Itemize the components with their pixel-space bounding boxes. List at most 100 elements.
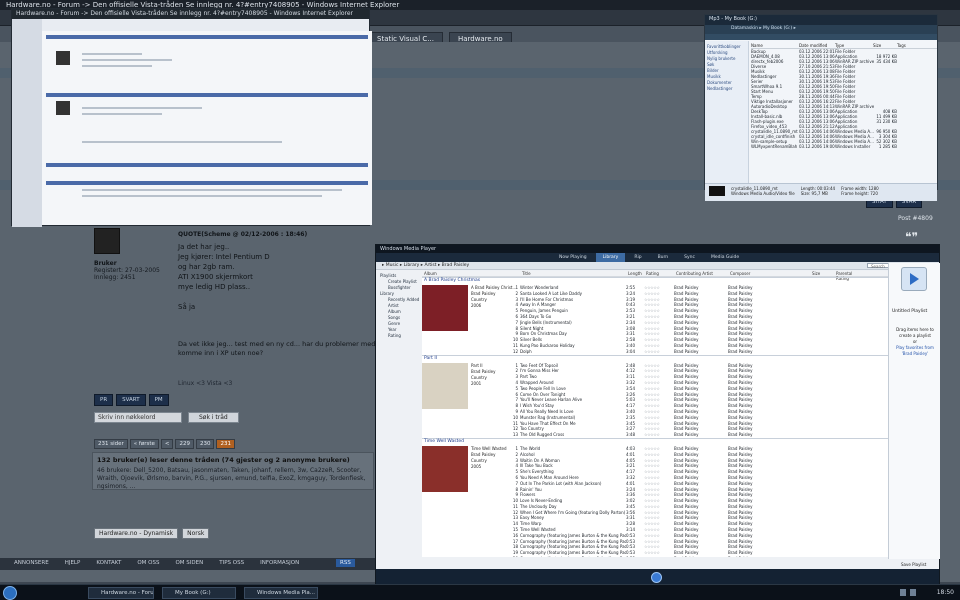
quote-marks-icon: ❝❞ (905, 230, 918, 244)
language-select[interactable]: Norsk (182, 528, 210, 539)
thumb-header-bar (46, 35, 368, 39)
footer-link[interactable]: OM SIDEN (167, 558, 211, 570)
thumbnail-sidebar (12, 19, 42, 227)
wmp-tab[interactable]: Burn (651, 253, 676, 262)
library-column-header[interactable]: Length (626, 271, 644, 276)
explorer-details-pane: crystalidle_11.0890_mt Windows Media Aud… (705, 183, 937, 201)
media-player-title: Windows Media Player (376, 245, 939, 253)
quote-line: Så ja (178, 303, 196, 311)
playlist-title[interactable]: Untitled Playlist (892, 309, 927, 314)
play-list-icon[interactable] (901, 267, 927, 291)
media-player-window[interactable]: Windows Media Player Now Playing Library R… (375, 244, 940, 586)
thumb-text-line (82, 141, 282, 143)
taskbar-item-media-player[interactable]: Windows Media Pla... (244, 587, 318, 599)
library-column-header[interactable]: Size (810, 271, 834, 276)
playback-controls (376, 569, 939, 585)
explorer-toolbar (705, 34, 937, 40)
post-number[interactable]: Post #4809 (898, 215, 933, 222)
track-title: Cornography (featuring James Burton & th… (520, 556, 626, 557)
explorer-nav-item[interactable]: Nedlastinger (707, 86, 746, 92)
wmp-tab[interactable]: Media Guide (704, 253, 746, 262)
post-count: Innlegg: 2451 (94, 274, 136, 281)
explorer-address-bar[interactable]: Datamaskin ▸ My Book (G:) ▸ (705, 25, 937, 34)
network-icon[interactable] (900, 589, 906, 596)
album-meta-line: 2001 (471, 380, 482, 386)
search-thread-button[interactable]: Søk i tråd (188, 412, 239, 423)
page-first[interactable]: « første (129, 439, 159, 449)
wmp-tab[interactable]: Now Playing (552, 253, 594, 262)
album-group: Part II Part II Brad Paisley Country 2001 1 Tw… (422, 354, 888, 438)
profile-button[interactable]: PR (94, 394, 114, 406)
avatar (56, 51, 70, 65)
explorer-column-header[interactable]: Tags (897, 43, 927, 48)
explorer-column-header[interactable]: Date modified (799, 43, 835, 48)
thumbnail-browser-title: Hardware.no - Forum -> Den offisielle Vi… (12, 9, 369, 19)
wmp-tab[interactable]: Library (595, 253, 626, 262)
wmp-nav-item[interactable]: Rating (380, 333, 420, 339)
page-prev[interactable]: < (160, 439, 174, 449)
footer-link[interactable]: TIPS OSS (211, 558, 252, 570)
footer-link[interactable]: HJELP (57, 558, 89, 570)
thumbnail-browser-window[interactable]: Hardware.no - Forum -> Den offisielle Vi… (11, 8, 372, 227)
theme-select[interactable]: Hardware.no - Dynamisk (94, 528, 179, 539)
viewers-list: 46 brukere: Dell_5200, Batsau, jasonmate… (97, 467, 366, 490)
keyword-input[interactable]: Skriv inn nøkkelord (94, 412, 182, 423)
album-art[interactable] (422, 362, 468, 409)
explorer-column-header[interactable]: Size (873, 43, 897, 48)
wmp-tab[interactable]: Sync (677, 253, 702, 262)
details-size: 95,7 MB (811, 191, 828, 196)
library-column-header[interactable]: Parental Rating (834, 271, 864, 281)
media-player-breadcrumb: ▸ Music ▸ Library ▸ Artist ▸ Brad Paisle… (376, 262, 939, 270)
pm-button[interactable]: PM (148, 394, 169, 406)
taskbar-item-browser[interactable]: Hardware.no - Foru... (88, 587, 154, 599)
taskbar-item-explorer[interactable]: My Book (G:) (162, 587, 236, 599)
viewers-title: 132 bruker(e) leser denne tråden (74 gje… (97, 456, 350, 464)
library-column-header[interactable]: Album (422, 271, 510, 276)
quote-line: ATI X1900 skjermkort (178, 273, 253, 281)
album-group: A Brad Paisley Christmas A Brad Paisley C… (422, 277, 888, 355)
rss-badge[interactable]: RSS (336, 559, 355, 567)
save-playlist-button[interactable]: Save Playlist (901, 562, 926, 567)
album-art[interactable] (422, 285, 468, 331)
library-column-header[interactable] (510, 271, 520, 276)
explorer-nav-pane: Favorittkoblinger Utforsking Nylig brukert… (705, 41, 749, 191)
footer-link[interactable]: KONTAKT (88, 558, 129, 570)
post-username[interactable]: Bruker (94, 260, 176, 267)
list-pane: Untitled Playlist Drag items here to cre… (888, 263, 940, 559)
breadcrumb[interactable]: ▸ Music ▸ Library ▸ Artist ▸ Brad Paisle… (382, 263, 469, 268)
album-meta-line: Brad Paisley (471, 368, 496, 374)
album-meta: A Brad Paisley Christ... Brad Paisley Coun… (471, 285, 516, 309)
theme-language-row: Hardware.no - Dynamisk Norsk (94, 528, 210, 539)
play-button[interactable] (651, 572, 662, 583)
album-meta: Part II Brad Paisley Country 2001 (471, 363, 495, 387)
play-favorites-link[interactable]: Play favorites from 'Brad Paisley' (893, 345, 937, 357)
post-author-panel: Bruker Registert: 27-03-2005 Innlegg: 24… (94, 228, 176, 281)
library-column-header[interactable]: Composer (728, 271, 810, 276)
footer-link[interactable]: INFORMASJON (252, 558, 307, 570)
answer-button[interactable]: SVART (116, 394, 146, 406)
track-row[interactable]: 20Cornography (featuring James Burton & … (510, 556, 888, 557)
volume-icon[interactable] (910, 589, 916, 596)
explorer-title: Mp3 - My Book (G:) (705, 15, 937, 25)
library-column-header[interactable]: Contributing Artist (674, 271, 728, 276)
thumb-text-line (82, 195, 322, 197)
library-column-header[interactable]: Title (520, 271, 626, 276)
page-link[interactable]: 230 (195, 439, 215, 449)
explorer-column-header[interactable]: Name (751, 43, 799, 48)
file-date: 03.12.2006 19:00 (799, 144, 835, 149)
footer-link[interactable]: OM OSS (129, 558, 167, 570)
file-row[interactable]: WLMyxpentRenamBlah 03.12.2006 19:00 Window… (751, 144, 937, 149)
library-column-header[interactable]: Rating (644, 271, 674, 276)
wmp-tab[interactable]: Rip (627, 253, 648, 262)
explorer-column-header[interactable]: Type (835, 43, 873, 48)
album-art[interactable] (422, 445, 468, 492)
taskbar: Hardware.no - Foru... My Book (G:) Windo… (0, 584, 960, 600)
footer-nav: ANNONSERE HJELP KONTAKT OM OSS OM SIDEN … (0, 558, 375, 570)
page-link[interactable]: 229 (175, 439, 194, 449)
play-icon (910, 273, 919, 285)
avatar (56, 101, 70, 115)
thumb-text-line (82, 113, 162, 115)
start-button[interactable] (3, 586, 17, 600)
explorer-window[interactable]: Mp3 - My Book (G:) Datamaskin ▸ My Book … (704, 14, 938, 201)
footer-link[interactable]: ANNONSERE (6, 558, 57, 570)
